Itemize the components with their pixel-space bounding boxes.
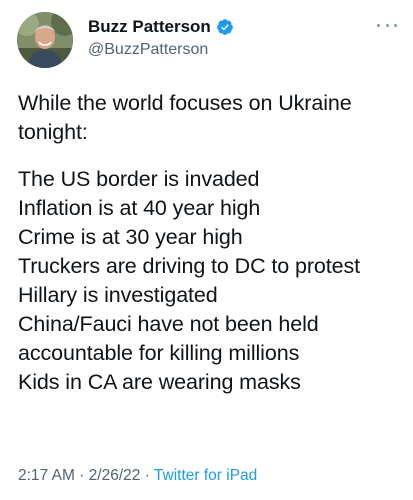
- tweet: Buzz Patterson @BuzzPatterson While the …: [0, 0, 413, 500]
- verified-badge-icon: [216, 18, 234, 36]
- meta-separator: ·: [79, 467, 85, 484]
- tweet-date[interactable]: 2/26/22: [89, 467, 141, 484]
- tweet-source-link[interactable]: Twitter for iPad: [154, 467, 257, 484]
- more-dot: [394, 23, 397, 27]
- more-dot: [377, 23, 380, 27]
- author-handle[interactable]: @BuzzPatterson: [88, 40, 208, 60]
- tweet-text: While the world focuses on Ukraine tonig…: [18, 89, 403, 397]
- author-name-row[interactable]: Buzz Patterson: [88, 17, 234, 37]
- meta-separator: ·: [144, 467, 150, 484]
- tweet-meta: 2:17 AM · 2/26/22 · Twitter for iPad: [18, 466, 257, 486]
- tweet-line: Truckers are driving to DC to protest: [18, 254, 361, 278]
- tweet-time[interactable]: 2:17 AM: [18, 467, 75, 484]
- tweet-intro: While the world focuses on Ukraine tonig…: [18, 91, 352, 144]
- tweet-line: Kids in CA are wearing masks: [18, 370, 301, 394]
- avatar-image: [17, 12, 73, 68]
- tweet-line: accountable for killing millions: [18, 341, 300, 365]
- tweet-line: The US border is invaded: [18, 167, 260, 191]
- tweet-line: Inflation is at 40 year high: [18, 196, 261, 220]
- tweet-line: Crime is at 30 year high: [18, 225, 243, 249]
- author-display-name[interactable]: Buzz Patterson: [88, 17, 211, 37]
- avatar[interactable]: [17, 12, 73, 68]
- more-options-icon[interactable]: [377, 20, 397, 30]
- tweet-line: Hillary is investigated: [18, 283, 218, 307]
- tweet-lines: The US border is invaded Inflation is at…: [18, 165, 403, 397]
- more-dot: [385, 23, 389, 27]
- tweet-line: China/Fauci have not been held: [18, 312, 319, 336]
